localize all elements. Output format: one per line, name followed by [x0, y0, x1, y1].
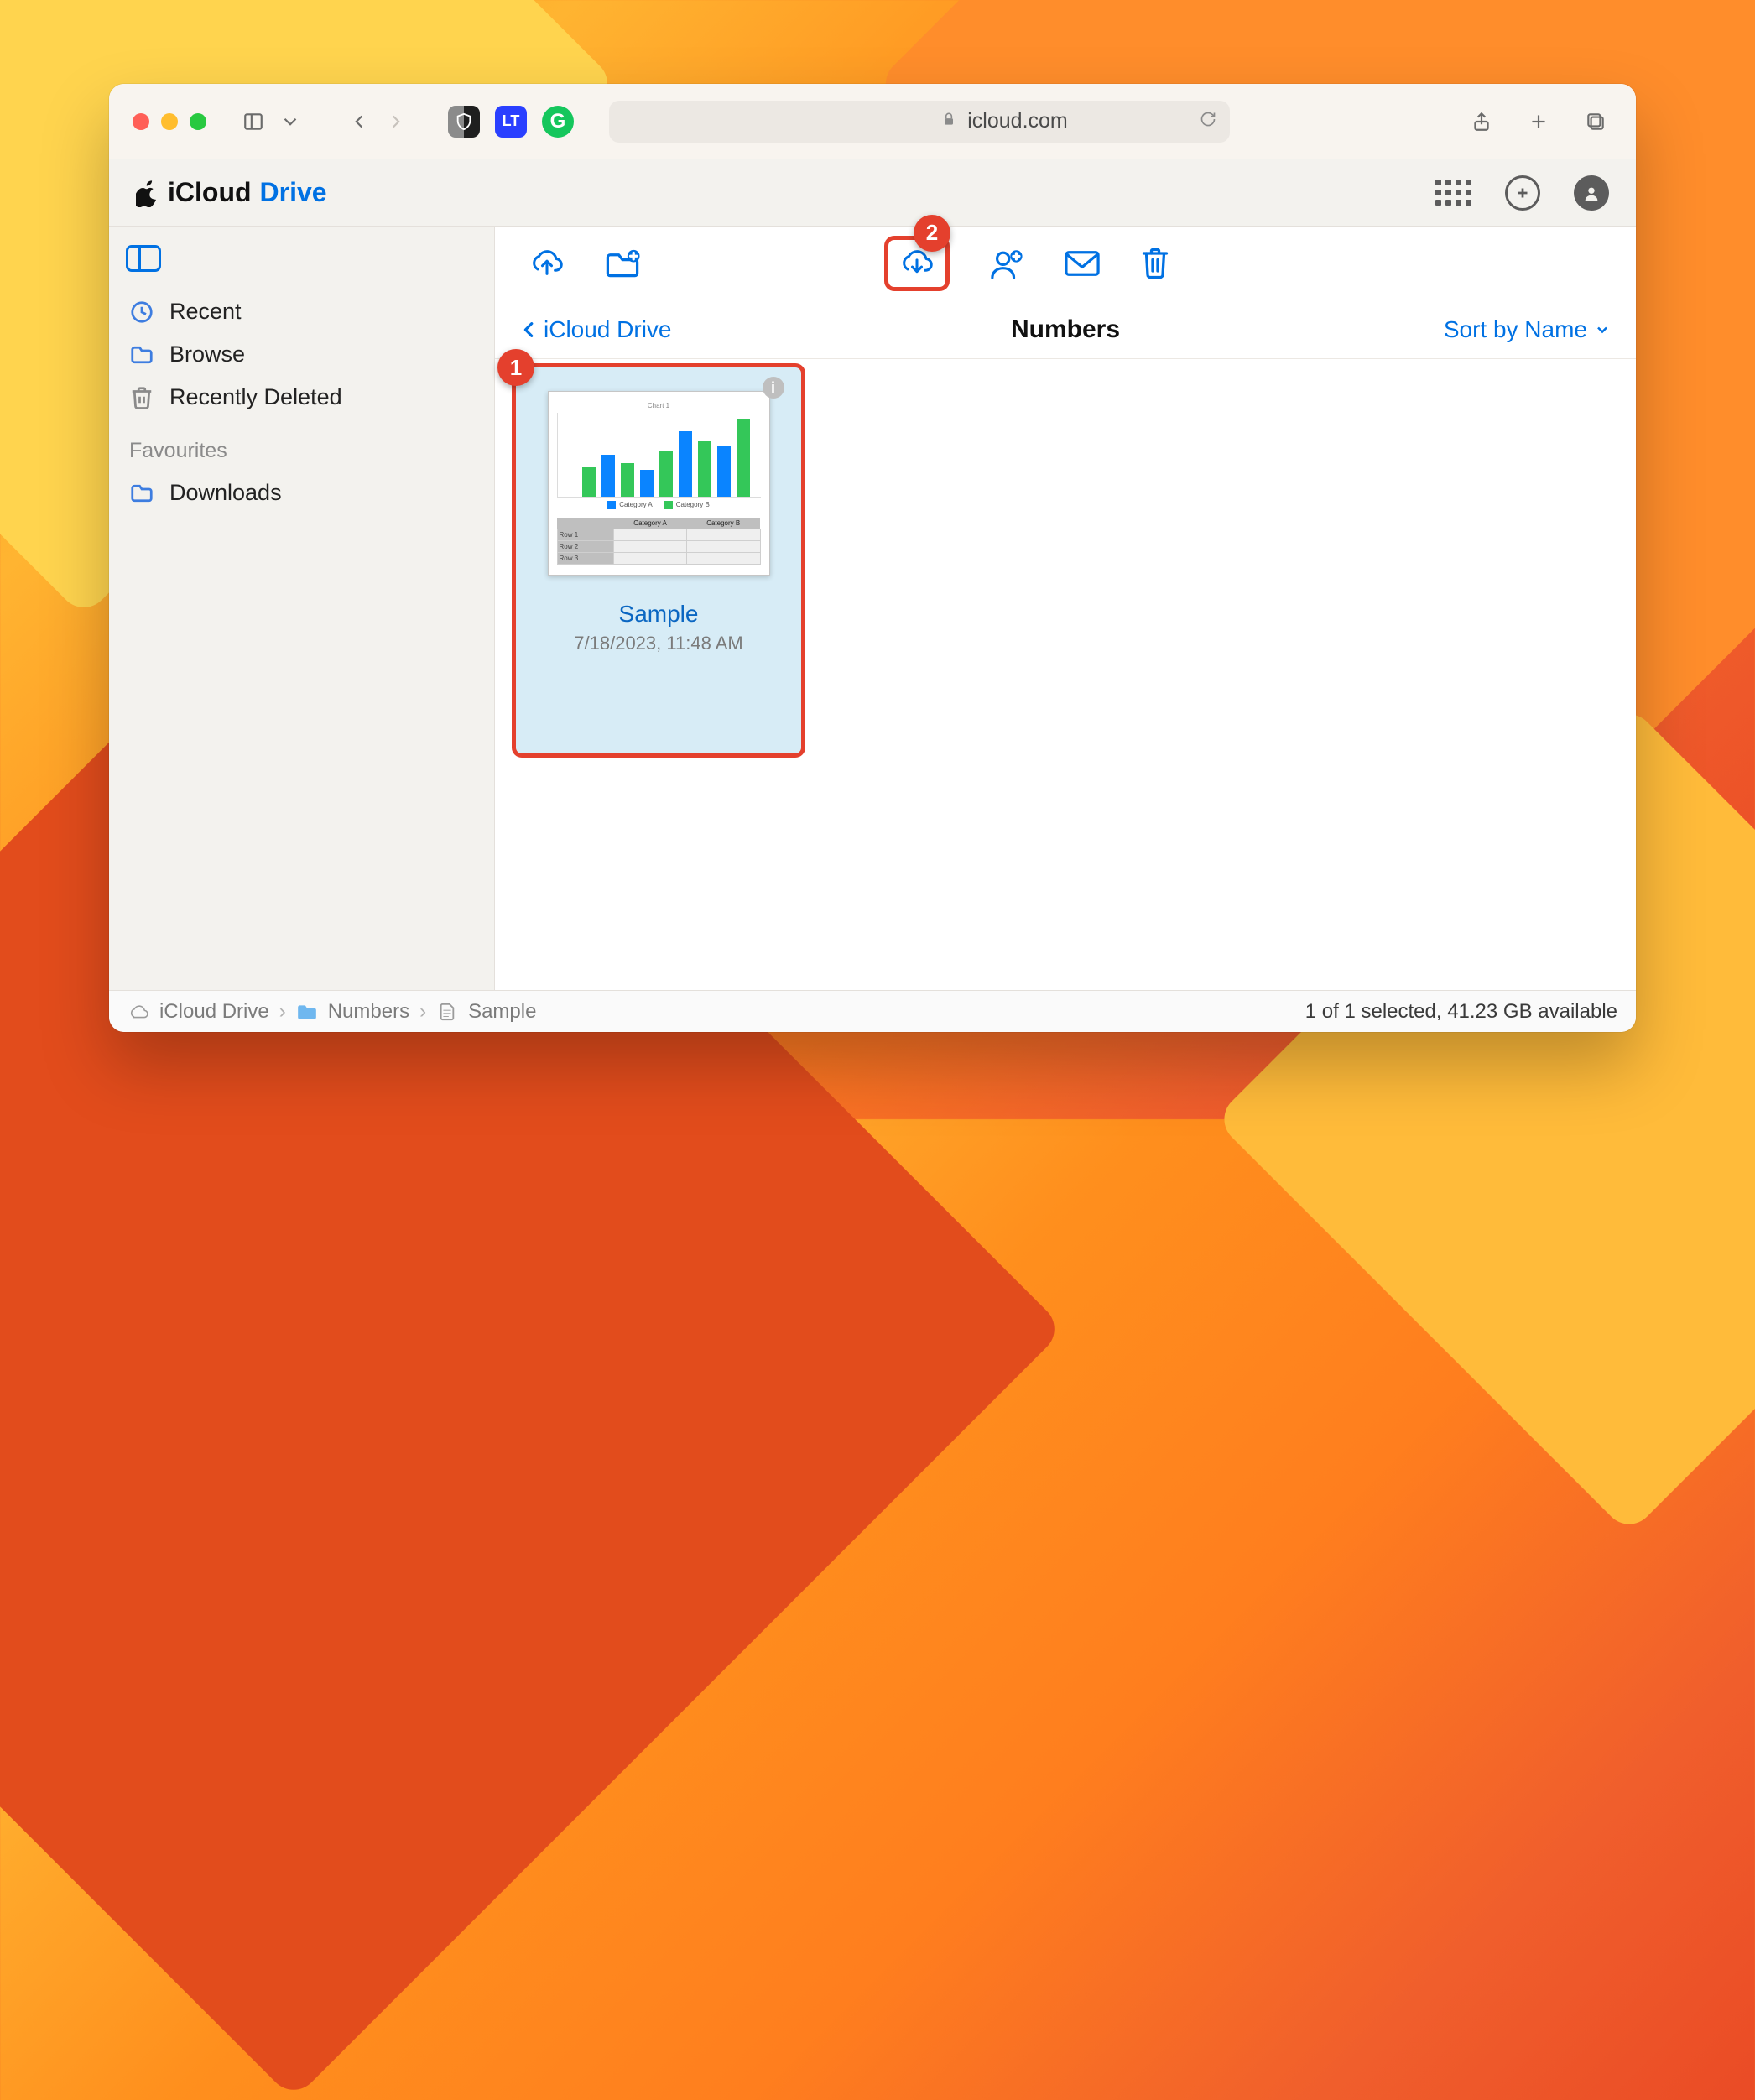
sidebar-item-label: Browse [169, 341, 245, 367]
sidebar-item-recent[interactable]: Recent [122, 290, 481, 333]
selection-status: 1 of 1 selected, 41.23 GB available [1305, 1000, 1617, 1024]
trash-icon [129, 385, 154, 410]
lock-icon [731, 109, 957, 133]
clock-icon [129, 300, 154, 325]
tabs-overview-button[interactable] [1579, 105, 1612, 138]
sidebar: Recent Browse Recently Deleted Favourite… [109, 227, 495, 990]
share-button[interactable] [1465, 105, 1498, 138]
sort-label: Sort by Name [1444, 316, 1587, 343]
info-icon[interactable]: i [763, 377, 784, 399]
toolbar-dropdown-icon[interactable] [273, 105, 307, 138]
chart-preview-icon [557, 413, 761, 498]
account-button[interactable] [1574, 175, 1609, 211]
folder-title: Numbers [1011, 315, 1120, 344]
folder-icon [129, 481, 154, 506]
reload-icon[interactable] [1200, 109, 1216, 133]
back-crumb-label: iCloud Drive [544, 316, 672, 343]
path-breadcrumb[interactable]: iCloud Drive › Numbers › Sample [128, 1000, 536, 1024]
app-launcher-icon[interactable] [1435, 180, 1471, 206]
crumb-bar: iCloud Drive Numbers Sort by Name [495, 300, 1636, 359]
url-host: icloud.com [967, 109, 1068, 133]
sidebar-toggle-button[interactable] [237, 105, 270, 138]
document-icon [436, 1003, 458, 1021]
address-bar[interactable]: icloud.com [609, 101, 1230, 143]
icloud-header: iCloud Drive [109, 159, 1636, 227]
new-tab-button[interactable] [1522, 105, 1555, 138]
brand-title-b: Drive [260, 177, 327, 208]
language-tool-extension-icon[interactable]: LT [495, 106, 527, 138]
crumb-segment: Numbers [328, 1000, 409, 1024]
folder-icon [296, 1003, 318, 1021]
chevron-right-icon: › [419, 1000, 426, 1024]
sidebar-item-recently-deleted[interactable]: Recently Deleted [122, 376, 481, 419]
annotation-box-download: 2 [884, 236, 950, 291]
brand-title-a: iCloud [168, 177, 252, 208]
crumb-segment: iCloud Drive [159, 1000, 269, 1024]
annotation-callout-1: 1 [497, 349, 534, 386]
chevron-right-icon: › [279, 1000, 286, 1024]
browser-toolbar: LT G icloud.com [109, 84, 1636, 159]
file-tools: 2 [495, 227, 1636, 300]
forward-button [379, 105, 413, 138]
share-people-button[interactable] [988, 236, 1025, 291]
sidebar-item-label: Recently Deleted [169, 384, 342, 410]
close-window-button[interactable] [133, 113, 149, 130]
back-to-icloud-drive[interactable]: iCloud Drive [520, 316, 672, 343]
traffic-lights [133, 113, 206, 130]
crumb-segment: Sample [468, 1000, 536, 1024]
minimize-window-button[interactable] [161, 113, 178, 130]
file-tile-sample[interactable]: 1 i Chart 1 Category ACategory B [512, 363, 805, 758]
email-button[interactable] [1064, 236, 1101, 291]
sidebar-collapse-button[interactable] [126, 245, 161, 272]
main-area: 2 [495, 227, 1636, 990]
sidebar-section-favourites: Favourites [122, 419, 481, 472]
safari-window: LT G icloud.com iC [109, 84, 1636, 1032]
cloud-icon [128, 1003, 149, 1021]
icloud-drive-logo[interactable]: iCloud Drive [136, 177, 327, 208]
privacy-report-icon[interactable] [448, 106, 480, 138]
sidebar-item-label: Downloads [169, 480, 282, 506]
status-bar: iCloud Drive › Numbers › Sample 1 of 1 s… [109, 990, 1636, 1032]
new-folder-button[interactable] [604, 247, 641, 280]
file-name: Sample [619, 601, 699, 628]
apple-logo-icon [136, 179, 159, 207]
folder-icon [129, 342, 154, 367]
file-thumbnail: i Chart 1 Category ACategory B Category … [548, 391, 770, 576]
file-date: 7/18/2023, 11:48 AM [574, 633, 742, 654]
create-button[interactable] [1505, 175, 1540, 211]
sidebar-item-browse[interactable]: Browse [122, 333, 481, 376]
sort-button[interactable]: Sort by Name [1444, 316, 1611, 343]
files-grid: 1 i Chart 1 Category ACategory B [495, 359, 1636, 990]
upload-button[interactable] [529, 247, 565, 280]
back-button[interactable] [342, 105, 376, 138]
download-button[interactable] [898, 247, 935, 280]
delete-button[interactable] [1139, 236, 1171, 291]
annotation-callout-2: 2 [914, 215, 950, 252]
sidebar-item-label: Recent [169, 299, 242, 325]
sidebar-item-downloads[interactable]: Downloads [122, 472, 481, 514]
zoom-window-button[interactable] [190, 113, 206, 130]
grammarly-extension-icon[interactable]: G [542, 106, 574, 138]
